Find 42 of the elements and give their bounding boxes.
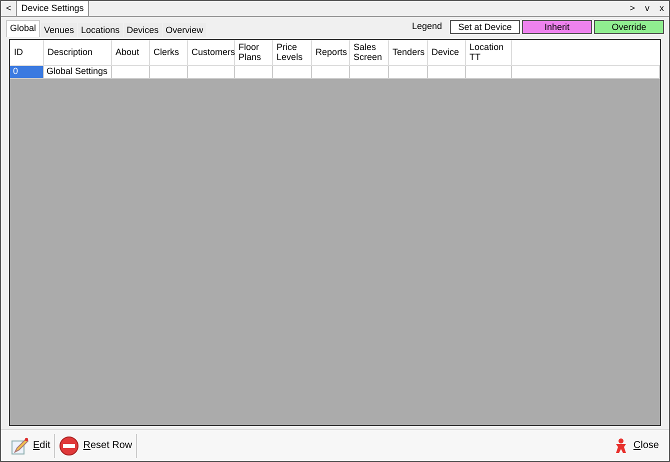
column-header[interactable]: Tenders	[388, 40, 428, 65]
close-button[interactable]: x	[654, 1, 669, 16]
table-cell: Global Settings	[43, 65, 112, 78]
tab[interactable]: Locations	[78, 23, 123, 37]
column-header[interactable]: Sales Screen	[349, 40, 388, 65]
column-header[interactable]: Device	[427, 40, 466, 65]
tab[interactable]: Devices	[124, 23, 162, 37]
table-cell	[234, 65, 272, 78]
table-cell	[111, 65, 150, 78]
table-cell	[465, 65, 512, 78]
scroll-right-button[interactable]: >	[624, 1, 640, 16]
close-button[interactable]: Close	[609, 432, 663, 458]
table-cell	[272, 65, 312, 78]
table-cell	[311, 65, 350, 78]
column-header[interactable]: Reports	[311, 40, 350, 65]
table-cell	[427, 65, 466, 78]
column-header[interactable]: Description	[43, 40, 112, 65]
pencil-icon	[11, 436, 29, 454]
edit-button[interactable]: Edit	[7, 432, 54, 458]
tab[interactable]: Overview	[162, 23, 206, 37]
legend-label: Legend	[412, 20, 442, 34]
legend-swatch: Set at Device	[450, 20, 520, 34]
column-header[interactable]: Clerks	[149, 40, 188, 65]
table-cell	[388, 65, 428, 78]
scroll-left-button[interactable]: <	[1, 1, 16, 16]
tab[interactable]: Global	[6, 20, 40, 37]
table-cell	[349, 65, 388, 78]
reset-row-button[interactable]: Reset Row	[55, 432, 136, 458]
table-cell	[187, 65, 234, 78]
table-cell	[149, 65, 188, 78]
column-header[interactable]: Location TT	[465, 40, 512, 65]
column-header[interactable]: Customers	[187, 40, 234, 65]
menu-button[interactable]: v	[640, 1, 654, 16]
table-cell: 0	[10, 65, 43, 78]
tab[interactable]: Venues	[41, 23, 78, 37]
column-header[interactable]: Price Levels	[272, 40, 312, 65]
no-entry-icon	[59, 436, 80, 456]
column-header[interactable]: About	[111, 40, 150, 65]
column-header[interactable]: Floor Plans	[234, 40, 272, 65]
legend-swatch: Override	[594, 20, 664, 34]
document-tab[interactable]: Device Settings	[16, 1, 89, 16]
legend-swatch: Inherit	[522, 20, 592, 34]
